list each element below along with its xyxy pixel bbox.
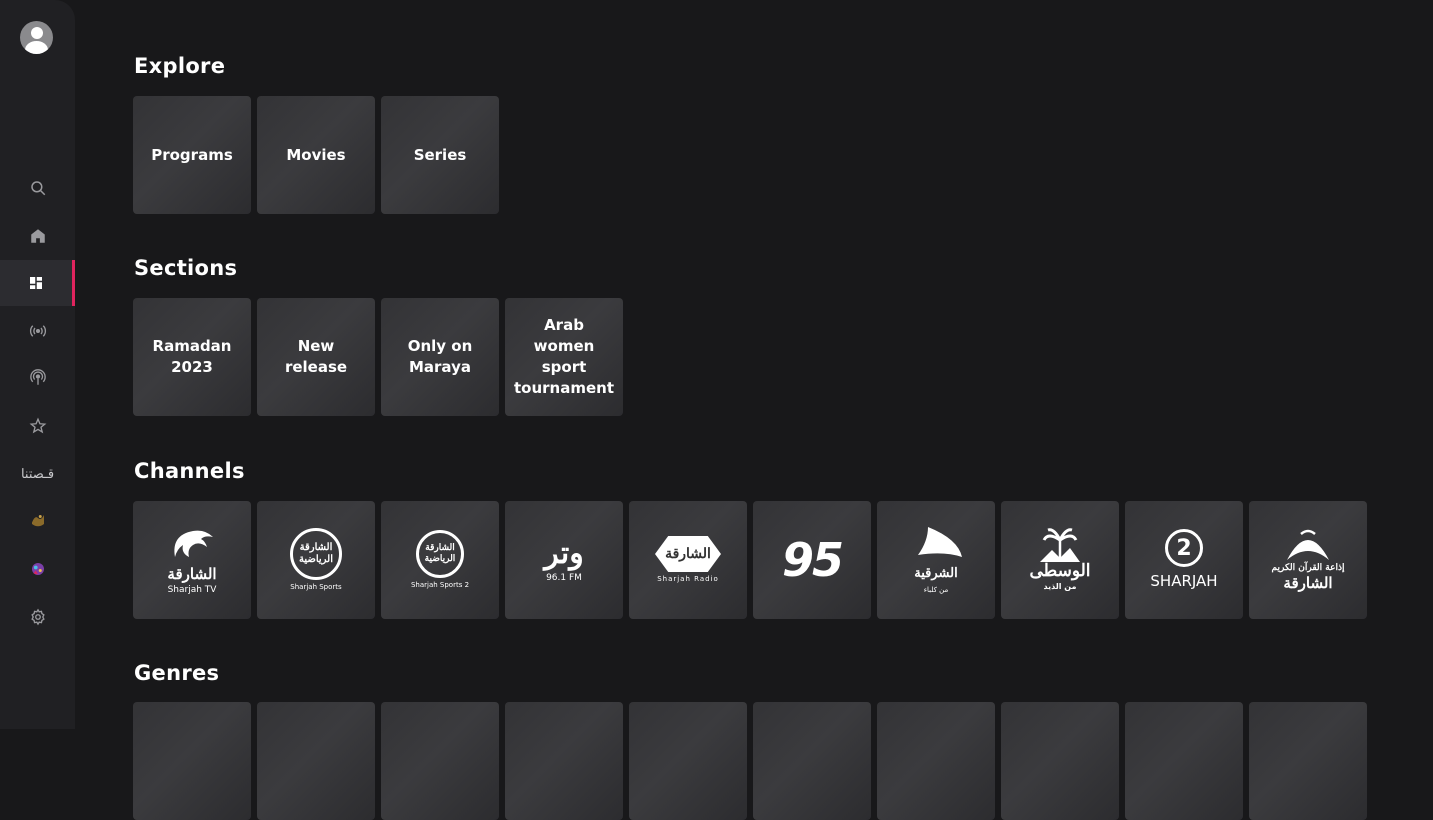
section-ramadan-tile[interactable]: Ramadan 2023 bbox=[133, 298, 251, 416]
sidebar: قـصتنا bbox=[0, 0, 75, 729]
nav-favorites[interactable] bbox=[0, 403, 75, 449]
search-icon bbox=[30, 181, 45, 196]
star-icon bbox=[29, 417, 46, 434]
explore-movies-tile[interactable]: Movies bbox=[257, 96, 375, 214]
sharjah-2-logo-icon: 2 bbox=[1165, 529, 1203, 567]
gear-icon bbox=[30, 608, 45, 626]
nav-kids[interactable] bbox=[0, 546, 75, 592]
explore-programs-tile[interactable]: Programs bbox=[133, 96, 251, 214]
genre-tile[interactable] bbox=[1249, 702, 1367, 820]
explore-series-tile[interactable]: Series bbox=[381, 96, 499, 214]
channel-sharjah-radio-tile[interactable]: الشارقة Sharjah Radio bbox=[629, 501, 747, 619]
sections-row: Ramadan 2023 New release Only on Maraya … bbox=[133, 298, 623, 416]
channel-alwusta-tile[interactable]: الوسطى من الذيد bbox=[1001, 501, 1119, 619]
genre-tile[interactable] bbox=[1125, 702, 1243, 820]
channel-alsharqiya-tile[interactable]: الشرقية من كلباء bbox=[877, 501, 995, 619]
channel-quran-radio-tile[interactable]: إذاعة القرآن الكريم الشارقة bbox=[1249, 501, 1367, 619]
genre-tile[interactable] bbox=[505, 702, 623, 820]
channels-row: الشارقة Sharjah TV الشارقة الرياضية Shar… bbox=[133, 501, 1367, 619]
nav-podcast[interactable] bbox=[0, 355, 75, 401]
section-only-on-maraya-tile[interactable]: Only on Maraya bbox=[381, 298, 499, 416]
arabic-logo-icon: قـصتنا bbox=[20, 466, 55, 482]
alwusta-logo-icon bbox=[1040, 528, 1080, 562]
sharjah-sports-2-logo-icon: الشارقة الرياضية bbox=[416, 530, 464, 578]
channel-sharjah-2-tile[interactable]: 2 SHARJAH bbox=[1125, 501, 1243, 619]
genre-tile[interactable] bbox=[381, 702, 499, 820]
sections-title: Sections bbox=[134, 256, 238, 280]
channel-sharjah-sports-2-tile[interactable]: الشارقة الرياضية Sharjah Sports 2 bbox=[381, 501, 499, 619]
section-new-release-tile[interactable]: New release bbox=[257, 298, 375, 416]
genre-tile[interactable] bbox=[257, 702, 375, 820]
podcast-icon bbox=[29, 369, 46, 385]
ramadan-logo-icon bbox=[31, 515, 44, 527]
nav-home[interactable] bbox=[0, 213, 75, 259]
profile-avatar-icon[interactable] bbox=[20, 21, 53, 54]
explore-title: Explore bbox=[134, 54, 226, 78]
nav-ramadan[interactable] bbox=[0, 498, 75, 544]
genre-tile[interactable] bbox=[1001, 702, 1119, 820]
home-icon bbox=[30, 229, 45, 243]
explore-row: Programs Movies Series bbox=[133, 96, 499, 214]
sharjah-sports-logo-icon: الشارقة الرياضية bbox=[290, 528, 342, 580]
genres-row bbox=[133, 702, 1367, 820]
section-arab-women-sport-tile[interactable]: Arab women sport tournament bbox=[505, 298, 623, 416]
sharjah-tv-logo-icon bbox=[174, 530, 213, 557]
nav-qissatuna[interactable]: قـصتنا bbox=[0, 451, 75, 497]
genre-tile[interactable] bbox=[629, 702, 747, 820]
nav-categories[interactable] bbox=[0, 260, 75, 306]
kids-character-icon bbox=[31, 563, 44, 575]
nav-search[interactable] bbox=[0, 165, 75, 211]
channel-watar-tile[interactable]: وتر 96.1 FM bbox=[505, 501, 623, 619]
quran-radio-logo-icon bbox=[1287, 529, 1329, 560]
nav-settings[interactable] bbox=[0, 594, 75, 640]
genres-title: Genres bbox=[134, 661, 220, 685]
nav-live[interactable] bbox=[0, 308, 75, 354]
watar-logo-icon: وتر bbox=[544, 536, 584, 571]
grid-icon bbox=[30, 277, 42, 289]
channels-title: Channels bbox=[134, 459, 245, 483]
genre-tile[interactable] bbox=[133, 702, 251, 820]
genre-tile[interactable] bbox=[877, 702, 995, 820]
channel-sharjah-tv-tile[interactable]: الشارقة Sharjah TV bbox=[133, 501, 251, 619]
channel-sharjah-sports-tile[interactable]: الشارقة الرياضية Sharjah Sports bbox=[257, 501, 375, 619]
alsharqiya-logo-icon bbox=[918, 527, 962, 557]
broadcast-icon bbox=[29, 325, 46, 337]
channel-pulse-95-tile[interactable]: 95 bbox=[753, 501, 871, 619]
pulse-95-logo-icon: 95 bbox=[781, 533, 844, 587]
sharjah-radio-logo-icon: الشارقة bbox=[655, 536, 721, 572]
genre-tile[interactable] bbox=[753, 702, 871, 820]
